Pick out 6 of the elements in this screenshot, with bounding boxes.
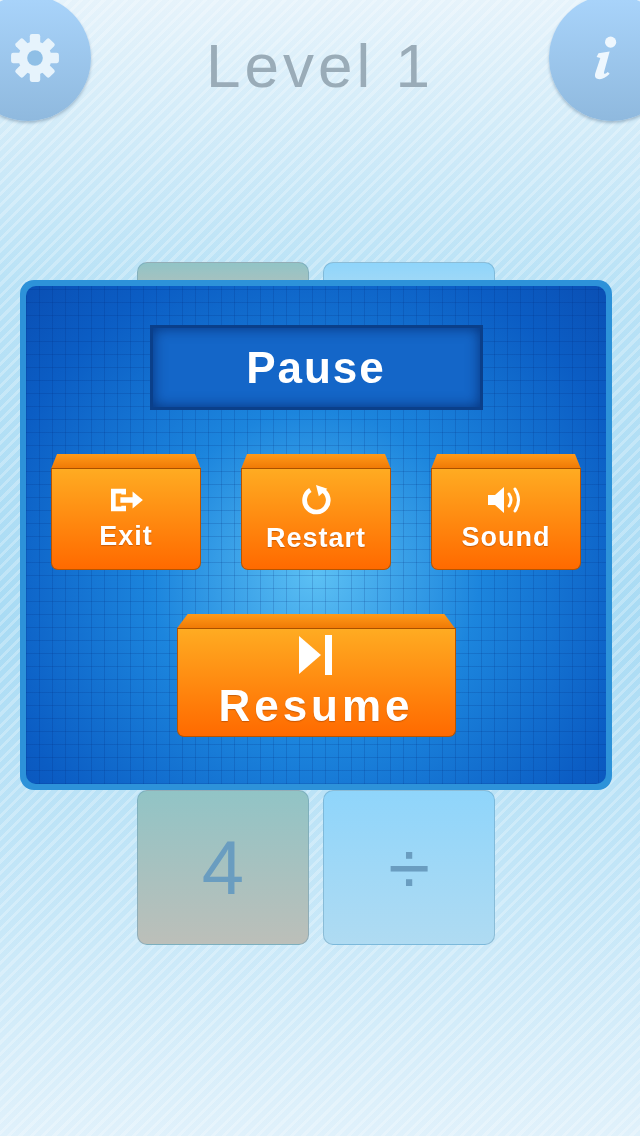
tile[interactable]: 4 bbox=[137, 790, 309, 945]
restart-icon bbox=[299, 483, 333, 517]
level-title: Level 1 bbox=[206, 30, 434, 102]
tile[interactable]: ÷ bbox=[323, 790, 495, 945]
pause-title: Pause bbox=[149, 325, 483, 410]
settings-icon bbox=[9, 32, 61, 84]
